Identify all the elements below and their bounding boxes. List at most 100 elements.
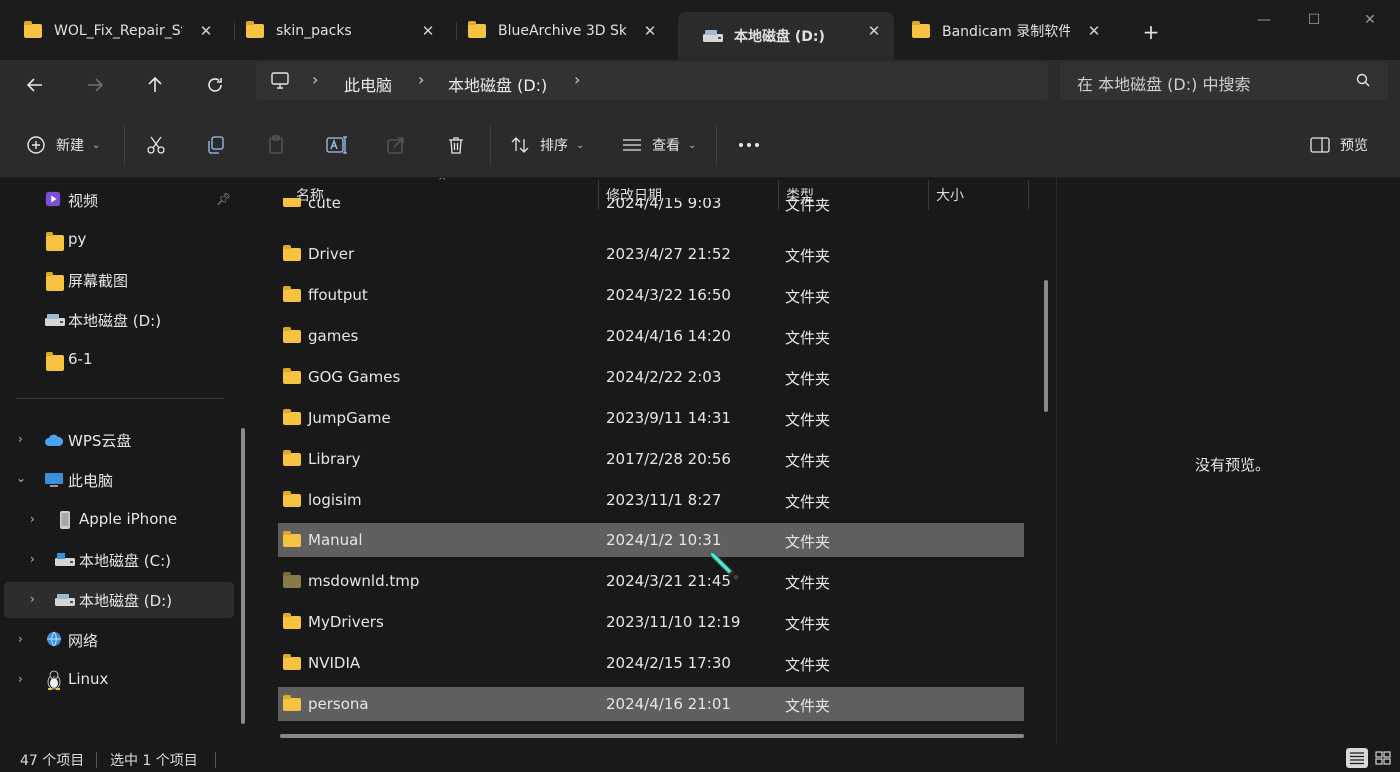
nav-item-py[interactable]: py — [4, 222, 234, 258]
network-icon — [47, 631, 61, 647]
view-button[interactable]: 查看 ⌄ — [622, 130, 696, 160]
tab-bluearchive[interactable]: BlueArchive 3D Skin ✕ — [444, 12, 670, 50]
pin-icon[interactable]: 📌︎ — [216, 192, 231, 206]
preview-pane-button[interactable]: 预览 — [1310, 130, 1368, 160]
forward-button[interactable] — [80, 70, 110, 100]
nav-item-local-disk-d-pinned[interactable]: 本地磁盘 (D:) — [4, 302, 234, 338]
file-row[interactable]: logisim 2023/11/1 8:27 文件夹 — [278, 483, 1024, 517]
tab-wol-fix[interactable]: WOL_Fix_Repair_Ste ✕ — [0, 12, 226, 50]
copy-button[interactable] — [206, 130, 226, 160]
refresh-button[interactable] — [200, 70, 230, 100]
rename-button[interactable] — [326, 130, 348, 160]
file-type: 文件夹 — [785, 493, 831, 511]
nav-item-network[interactable]: › 网络 — [4, 622, 234, 658]
maximize-button[interactable]: ☐ — [1304, 10, 1324, 30]
file-row[interactable]: games 2024/4/16 14:20 文件夹 — [278, 319, 1024, 353]
delete-button[interactable] — [446, 130, 466, 160]
more-options-button[interactable] — [738, 130, 760, 160]
nav-item-local-disk-d[interactable]: › 本地磁盘 (D:) — [4, 582, 234, 618]
breadcrumb-local-disk-d[interactable]: 本地磁盘 (D:) — [448, 72, 547, 96]
folder-icon — [24, 21, 42, 38]
chevron-right-icon[interactable]: › — [18, 432, 23, 446]
file-row[interactable]: MyDrivers 2023/11/10 12:19 文件夹 — [278, 605, 1024, 639]
new-tab-button[interactable]: + — [1140, 22, 1162, 44]
file-name: Manual — [308, 531, 363, 549]
file-date: 2024/4/16 21:01 — [606, 695, 731, 713]
chevron-right-icon[interactable]: › — [30, 512, 35, 526]
file-row-hovered[interactable]: Manual 2024/1/2 10:31 文件夹 — [278, 523, 1024, 557]
file-row-selected[interactable]: persona 2024/4/16 21:01 文件夹 — [278, 687, 1024, 721]
file-list-horizontal-scrollbar[interactable] — [280, 734, 1024, 738]
more-icon — [739, 143, 759, 147]
file-type: 文件夹 — [785, 411, 831, 429]
close-tab-icon[interactable]: ✕ — [1084, 21, 1104, 41]
nav-item-label: 本地磁盘 (D:) — [68, 312, 162, 330]
chevron-right-icon[interactable]: › — [18, 632, 23, 646]
file-row[interactable]: cute 2024/4/15 9:03 文件夹 — [278, 198, 1024, 218]
close-tab-icon[interactable]: ✕ — [196, 21, 216, 41]
chevron-down-icon[interactable]: ⌄ — [16, 471, 26, 485]
minimize-button[interactable]: — — [1254, 10, 1274, 30]
tab-skin-packs[interactable]: skin_packs ✕ — [222, 12, 448, 50]
linux-icon — [47, 670, 61, 690]
file-date: 2024/3/22 16:50 — [606, 286, 731, 304]
nav-item-this-pc[interactable]: ⌄ 此电脑 — [4, 462, 234, 498]
plus-circle-icon — [27, 136, 45, 154]
back-button[interactable] — [20, 70, 50, 100]
folder-icon — [46, 232, 64, 251]
details-view-button[interactable] — [1346, 748, 1368, 768]
file-row[interactable]: NVIDIA 2024/2/15 17:30 文件夹 — [278, 646, 1024, 680]
details-view-icon — [1350, 752, 1364, 765]
folder-icon — [912, 21, 930, 38]
folder-icon — [283, 531, 301, 547]
file-date: 2023/4/27 21:52 — [606, 245, 731, 263]
new-button[interactable]: 新建 ⌄ — [26, 130, 100, 160]
search-input[interactable]: 在 本地磁盘 (D:) 中搜索 — [1060, 62, 1388, 100]
nav-item-screenshots[interactable]: 屏幕截图 — [4, 262, 234, 298]
file-name: NVIDIA — [308, 654, 361, 672]
file-type: 文件夹 — [785, 533, 831, 551]
status-divider — [96, 752, 97, 768]
nav-scrollbar[interactable] — [241, 428, 245, 724]
chevron-right-icon[interactable]: › — [574, 70, 580, 89]
close-tab-icon[interactable]: ✕ — [864, 21, 884, 41]
nav-item-apple-iphone[interactable]: › Apple iPhone — [4, 502, 234, 538]
file-row[interactable]: Driver 2023/4/27 21:52 文件夹 — [278, 237, 1024, 271]
nav-item-6-1[interactable]: 6-1 — [4, 342, 234, 378]
command-bar: 新建 ⌄ 排序 ⌄ 查看 ⌄ 预览 — [0, 112, 1400, 178]
file-list-vertical-scrollbar[interactable] — [1044, 280, 1048, 412]
close-tab-icon[interactable]: ✕ — [640, 21, 660, 41]
breadcrumb-this-pc[interactable]: 此电脑 — [344, 72, 392, 96]
paste-button[interactable] — [266, 130, 286, 160]
share-button[interactable] — [386, 130, 406, 160]
sort-button[interactable]: 排序 ⌄ — [510, 130, 584, 160]
chevron-down-icon: ⌄ — [92, 139, 101, 151]
file-row[interactable]: Library 2017/2/28 20:56 文件夹 — [278, 442, 1024, 476]
chevron-right-icon[interactable]: › — [30, 592, 35, 606]
tab-bandicam[interactable]: Bandicam 录制软件 ✕ — [888, 12, 1114, 50]
up-button[interactable] — [140, 70, 170, 100]
copy-icon — [208, 136, 224, 154]
file-row[interactable]: msdownld.tmp 2024/3/21 21:45 文件夹 — [278, 564, 1024, 598]
nav-item-local-disk-c[interactable]: › 本地磁盘 (C:) — [4, 542, 234, 578]
file-row[interactable]: JumpGame 2023/9/11 14:31 文件夹 — [278, 401, 1024, 435]
chevron-right-icon[interactable]: › — [18, 672, 23, 686]
tab-local-disk-d[interactable]: 本地磁盘 (D:) ✕ — [678, 12, 894, 60]
column-divider[interactable] — [1028, 180, 1029, 210]
chevron-right-icon[interactable]: › — [30, 552, 35, 566]
no-preview-message: 没有预览。 — [1195, 456, 1271, 474]
close-tab-icon[interactable]: ✕ — [418, 21, 438, 41]
nav-item-label: WPS云盘 — [68, 432, 132, 450]
nav-item-videos[interactable]: 视频 📌︎ — [4, 182, 234, 218]
tab-title: 本地磁盘 (D:) — [734, 29, 825, 45]
nav-item-wps-cloud[interactable]: › WPS云盘 — [4, 422, 234, 458]
arrow-up-icon — [148, 76, 162, 92]
file-row[interactable]: GOG Games 2024/2/22 2:03 文件夹 — [278, 360, 1024, 394]
cut-button[interactable] — [146, 130, 166, 160]
nav-item-linux[interactable]: › Linux — [4, 662, 234, 698]
close-window-button[interactable]: ✕ — [1360, 10, 1380, 30]
nav-item-label: 视频 — [68, 192, 99, 210]
tiles-view-button[interactable] — [1372, 748, 1394, 768]
file-row[interactable]: ffoutput 2024/3/22 16:50 文件夹 — [278, 278, 1024, 312]
address-bar[interactable]: › 此电脑 › 本地磁盘 (D:) › — [256, 62, 1048, 100]
